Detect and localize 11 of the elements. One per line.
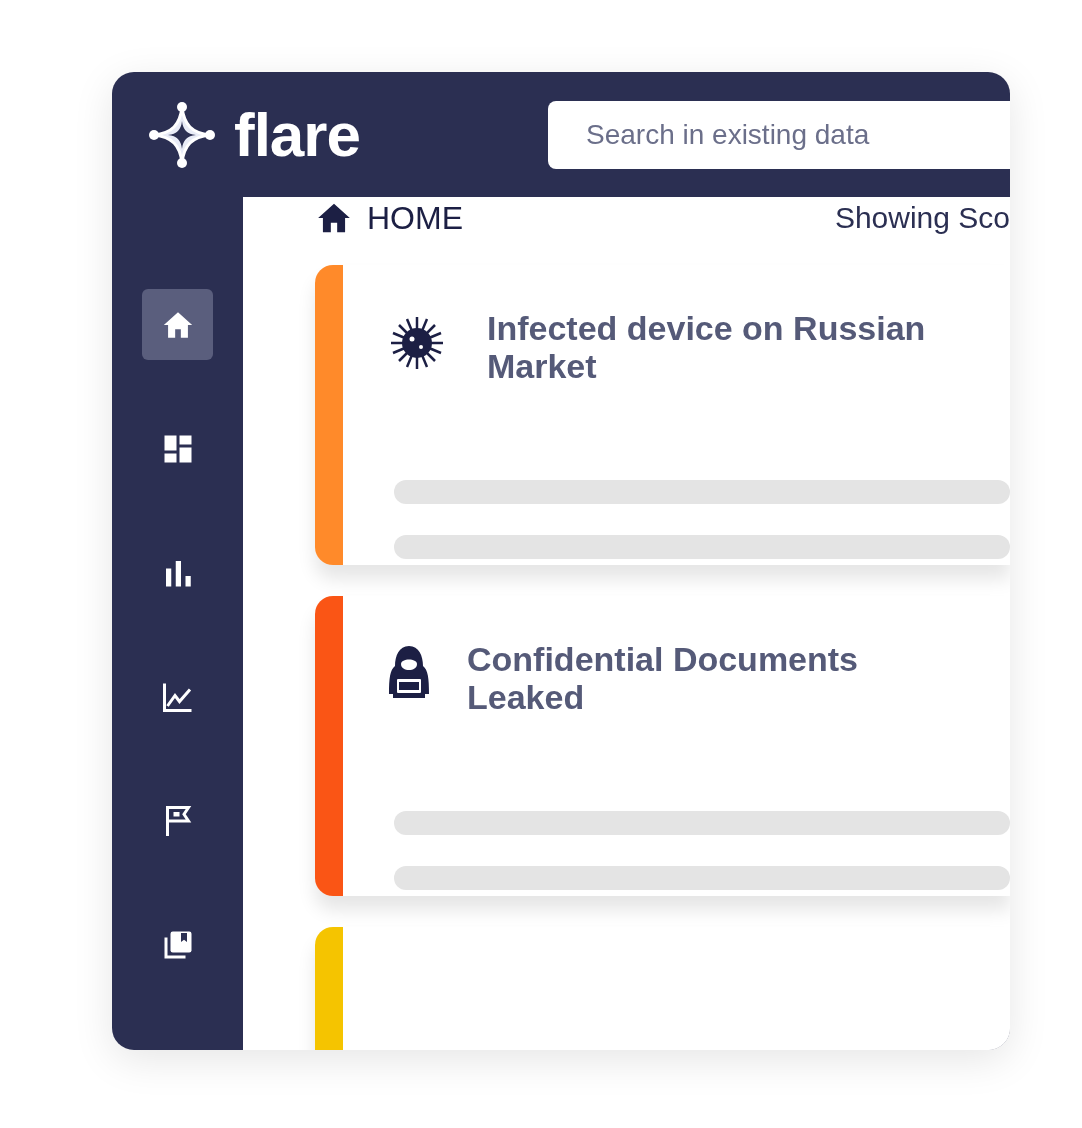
card-title: Infected device on Russian Market (487, 309, 927, 385)
card-title: Confidential Documents Leaked (467, 640, 860, 716)
sidebar-item[interactable] (142, 289, 213, 360)
alert-card[interactable]: Infected device on Russian Market (315, 265, 1010, 565)
logo-star-icon (148, 100, 216, 169)
hooded-figure-icon (387, 644, 431, 700)
logo-text: flare (234, 99, 360, 170)
breadcrumb-label[interactable]: HOME (367, 199, 463, 237)
search-field[interactable]: Search in existing data (548, 100, 1010, 169)
alert-card[interactable]: Confidential Documents Leaked (315, 596, 1010, 896)
scope-text: Showing Sco (834, 201, 1010, 235)
